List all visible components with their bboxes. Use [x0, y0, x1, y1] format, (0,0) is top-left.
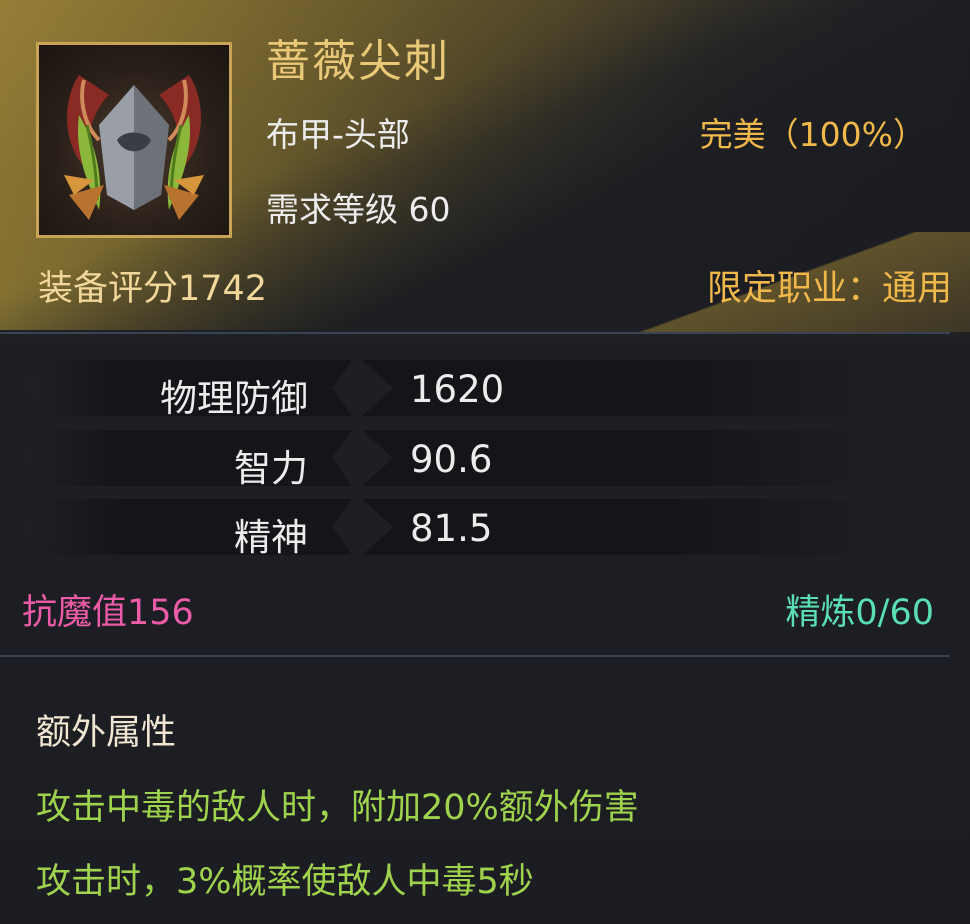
stat-value: 1620 [410, 368, 505, 411]
item-name: 蔷薇尖刺 [266, 36, 450, 87]
stat-row: 精神 81.5 [0, 499, 970, 559]
item-type: 布甲-头部 [266, 115, 410, 154]
extra-attribute-line: 攻击中毒的敌人时，附加20%额外伤害 [36, 788, 639, 828]
quality-rating: 完美（100%） [699, 115, 926, 154]
required-level: 需求等级 60 [266, 190, 451, 229]
divider-top [0, 332, 950, 334]
stat-row: 智力 90.6 [0, 430, 970, 490]
stat-label: 精神 [234, 516, 308, 559]
thorned-helmet-icon [36, 42, 232, 238]
class-restriction: 限定职业：通用 [706, 269, 952, 309]
stat-value: 90.6 [410, 438, 493, 481]
refine-progress: 精炼0/60 [785, 593, 934, 633]
stat-row: 物理防御 1620 [0, 360, 970, 420]
magic-resistance: 抗魔值156 [22, 593, 194, 633]
stat-label: 智力 [234, 447, 308, 490]
divider-middle [0, 655, 950, 657]
stat-label: 物理防御 [160, 377, 308, 420]
stat-value: 81.5 [410, 507, 493, 550]
extra-attributes-title: 额外属性 [36, 713, 177, 753]
item-tooltip-panel: 蔷薇尖刺 布甲-头部 需求等级 60 完美（100%） 装备评分1742 限定职… [0, 0, 970, 924]
equipment-score: 装备评分1742 [38, 269, 268, 309]
extra-attribute-line: 攻击时，3%概率使敌人中毒5秒 [36, 862, 534, 902]
